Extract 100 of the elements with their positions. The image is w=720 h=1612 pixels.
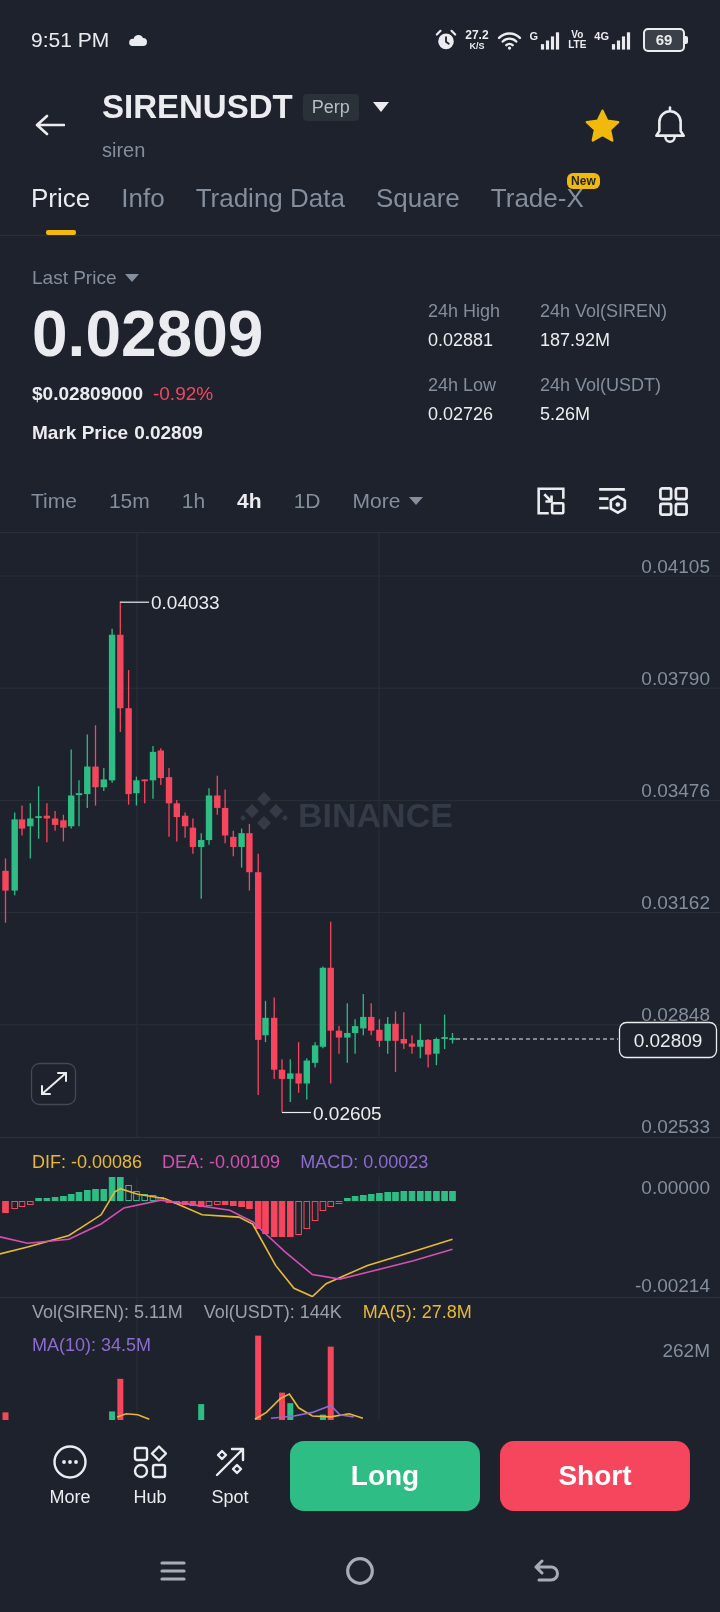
rising-candle <box>287 1058 294 1103</box>
rising-candle <box>262 1000 269 1043</box>
battery-indicator: 69 <box>643 28 688 52</box>
leader-line <box>281 1111 312 1114</box>
price-axis-label: 0.02533 <box>641 1115 710 1137</box>
tab[interactable]: Trading Data <box>195 170 345 235</box>
caret-icon[interactable] <box>372 102 389 112</box>
menu-icon[interactable] <box>159 1560 187 1582</box>
volte-label: LTE <box>568 40 587 50</box>
price-axis-label: 0.04105 <box>641 555 710 577</box>
rising-candle <box>417 1023 424 1059</box>
toolbar-button[interactable]: More <box>42 1441 98 1508</box>
cloud-icon <box>127 34 148 46</box>
back-icon[interactable] <box>533 1559 561 1583</box>
interval-tab[interactable]: Time <box>31 488 77 514</box>
indicator-legend: MACD: 0.00023 <box>300 1151 429 1177</box>
leader-line <box>119 601 150 603</box>
list-settings-icon[interactable] <box>597 487 627 515</box>
falling-candle <box>18 804 26 837</box>
indicator-legend: DEA: -0.00109 <box>162 1151 281 1177</box>
usd-price: $0.02809000 <box>32 382 143 406</box>
volume-bar <box>198 1404 205 1420</box>
short-button[interactable]: Short <box>500 1441 690 1511</box>
rising-candle <box>149 745 157 800</box>
arrow-diamonds-icon <box>213 1445 247 1479</box>
macd-axis-label: 0.00000 <box>641 1177 710 1198</box>
indicator-legend: MA(5): 27.8M <box>362 1301 472 1323</box>
stat-value: 187.92M <box>540 329 611 351</box>
stat-label: 24h Vol(USDT) <box>540 374 662 396</box>
indicator-legend: Vol(SIREN): 5.11M <box>32 1301 183 1323</box>
network-type: 4G <box>594 30 609 42</box>
stat-label: 24h High <box>428 300 501 322</box>
frame-arrow-icon[interactable] <box>537 487 565 515</box>
alarm-clock-icon <box>435 29 458 51</box>
rising-candle <box>133 776 140 807</box>
falling-candle <box>295 1041 302 1094</box>
price-axis-label: 0.03162 <box>641 891 710 913</box>
shapes-icon <box>133 1445 167 1479</box>
signal-icon <box>540 30 561 50</box>
interval-tab[interactable]: 4h <box>237 488 262 514</box>
high-price-label: 0.04033 <box>151 592 220 613</box>
indicator-legend: Vol(USDT): 144K <box>203 1301 342 1323</box>
back-arrow-icon[interactable] <box>35 114 65 136</box>
network-speed: 27.2 <box>465 29 489 41</box>
low-price-label: 0.02605 <box>313 1102 382 1124</box>
rising-candle <box>238 827 245 869</box>
falling-candle <box>424 1038 432 1069</box>
interval-tab[interactable]: 15m <box>108 488 150 514</box>
price-type-label[interactable]: Last Price <box>32 267 117 289</box>
new-badge: New <box>567 173 600 189</box>
tab[interactable]: Price <box>31 170 91 235</box>
falling-candle <box>141 778 148 804</box>
stat-value: 0.02881 <box>428 329 494 351</box>
caret-icon <box>409 497 424 505</box>
diamond-logo-icon <box>240 792 288 830</box>
price-change: -0.92% <box>152 382 214 406</box>
interval-tab[interactable]: 1h <box>181 488 206 514</box>
pair-subtitle: siren <box>102 138 147 162</box>
last-price: 0.02809 <box>32 299 264 369</box>
home-icon[interactable] <box>346 1557 374 1585</box>
contract-badge: Perp <box>302 93 359 121</box>
signal-icon <box>611 30 631 50</box>
macd-axis-label: -0.00214 <box>635 1275 710 1296</box>
macd-histogram-bar <box>2 1201 9 1213</box>
price-axis-label: 0.03790 <box>641 667 710 689</box>
expand-button[interactable] <box>30 1062 77 1106</box>
stat-label: 24h Low <box>428 374 497 396</box>
interval-tab[interactable]: 1D <box>293 488 321 514</box>
status-time: 9:51 PM <box>31 28 110 52</box>
toolbar-button[interactable]: Spot <box>202 1441 258 1508</box>
expand-icon <box>41 1072 67 1095</box>
volume-axis-label: 262M <box>662 1340 710 1361</box>
moving-average-line <box>116 1412 151 1420</box>
rising-candle <box>384 1016 391 1055</box>
more-intervals-dropdown[interactable]: More <box>352 488 424 514</box>
current-price-tag: 0.02809 <box>618 1021 718 1059</box>
toolbar-button[interactable]: Hub <box>122 1441 178 1508</box>
stat-label: 24h Vol(SIREN) <box>540 300 668 322</box>
falling-candle <box>246 823 253 892</box>
indicator-legend: DIF: -0.00086 <box>32 1151 143 1177</box>
long-button[interactable]: Long <box>290 1441 480 1511</box>
network-speed-unit: K/S <box>469 42 485 51</box>
mark-price-value: 0.02809 <box>134 421 203 445</box>
volume-bar <box>2 1412 9 1420</box>
star-icon[interactable] <box>585 108 620 142</box>
grid-icon[interactable] <box>659 486 688 516</box>
price-axis-label: 0.03476 <box>641 779 710 801</box>
stat-value: 5.26M <box>540 403 591 425</box>
pair-symbol[interactable]: SIRENUSDT <box>102 88 293 126</box>
falling-candle <box>2 857 9 924</box>
tab[interactable]: Info <box>121 170 165 235</box>
tab[interactable]: Trade-X New <box>490 170 600 235</box>
indicator-legend: MA(10): 34.5M <box>32 1334 152 1356</box>
stat-value: 0.02726 <box>428 403 494 425</box>
bell-icon[interactable] <box>654 106 686 144</box>
volte-label: Vo <box>571 30 584 40</box>
more-icon <box>53 1445 87 1479</box>
network-type: G <box>529 30 539 42</box>
wifi-icon <box>496 30 522 50</box>
tab[interactable]: Square <box>375 170 460 235</box>
